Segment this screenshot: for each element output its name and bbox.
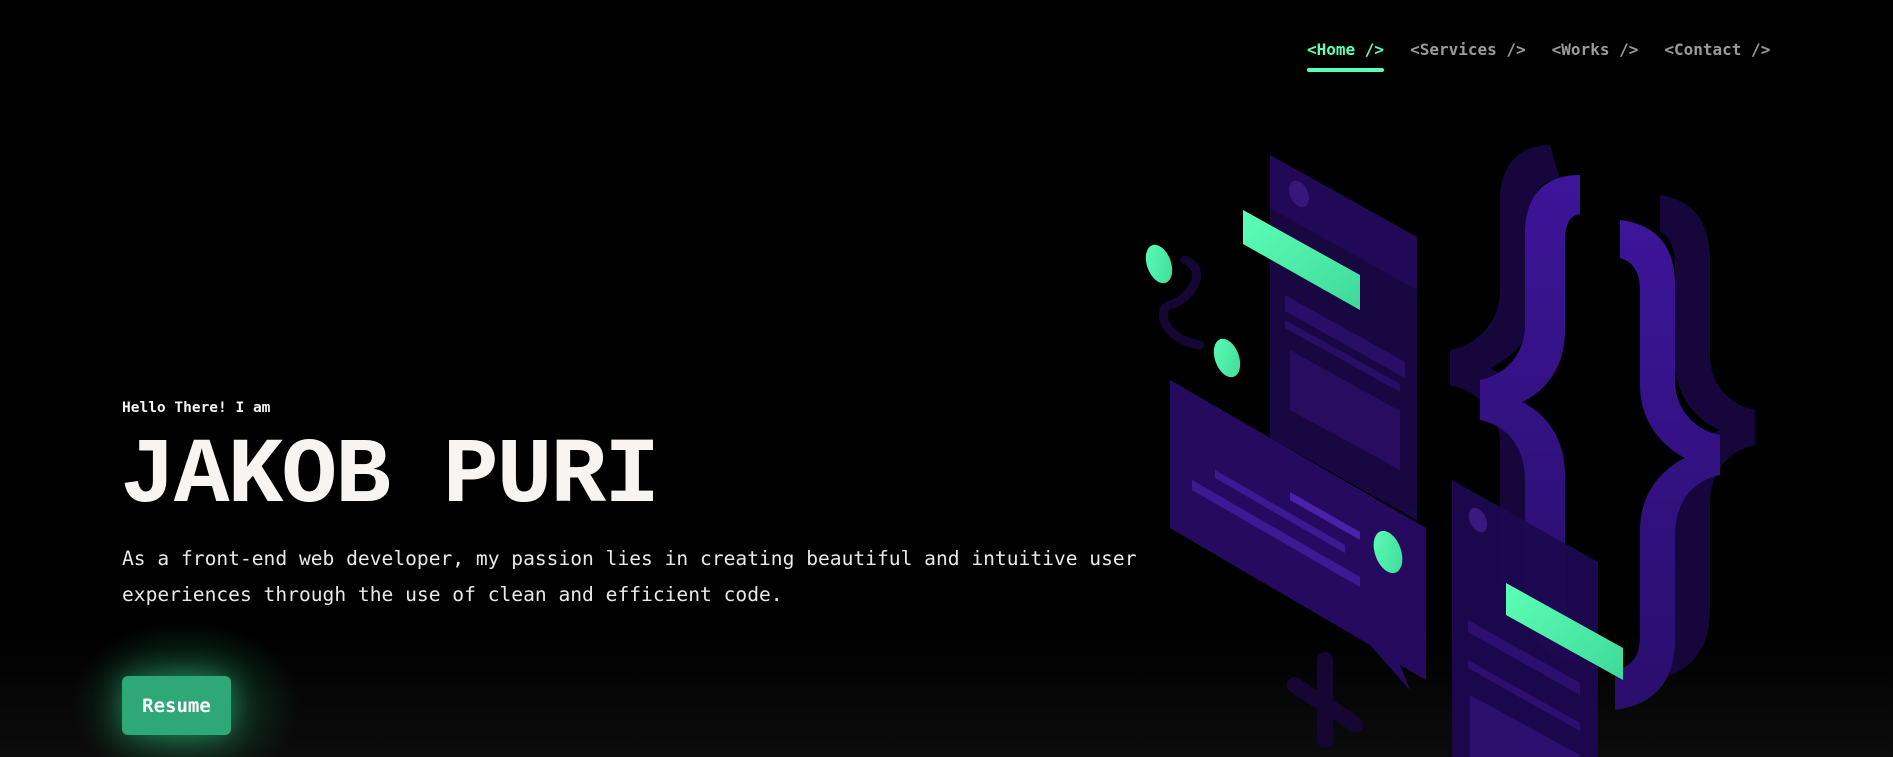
main-nav: <Home /> <Services /> <Works /> <Contact…: [1307, 40, 1770, 72]
nav-home-link[interactable]: <Home />: [1307, 40, 1385, 72]
resume-button[interactable]: Resume: [122, 676, 231, 735]
nav-contact-link[interactable]: <Contact />: [1664, 40, 1770, 69]
hero-name: JAKOB PURI: [120, 424, 660, 529]
nav-works-link[interactable]: <Works />: [1552, 40, 1639, 69]
nav-services-link[interactable]: <Services />: [1410, 40, 1526, 69]
hero-bio: As a front-end web developer, my passion…: [122, 547, 1137, 606]
hero-greeting: Hello There! I am: [122, 400, 271, 416]
code-braces-illustration-icon: [1130, 140, 1780, 757]
